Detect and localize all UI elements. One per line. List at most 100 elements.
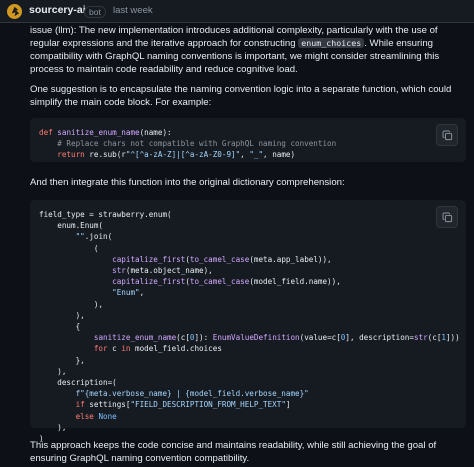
code-token: None [98, 411, 117, 421]
code-token: EnumValueDefinition [212, 333, 300, 343]
copy-button[interactable] [436, 206, 458, 228]
code-line: # Replace chars not compatible with Grap… [39, 139, 336, 148]
code-token: re.sub(r [89, 150, 126, 160]
code-token: str [413, 333, 428, 343]
timestamp[interactable]: last week [113, 5, 153, 16]
conclusion-paragraph: This approach keeps the code concise and… [30, 440, 437, 464]
code-token: to_camel_case [189, 254, 250, 264]
code-line: for c in model_field.choices [39, 344, 222, 353]
copy-icon [442, 130, 452, 140]
code-line: str(meta.object_name), [39, 266, 213, 275]
code-line: return re.sub(r"^[^a-zA-Z]|[^a-zA-Z0-9]"… [39, 150, 295, 159]
code-line: ), [39, 367, 66, 376]
code-token: }, [39, 355, 85, 365]
code-line: capitalize_first(to_camel_case(model_fie… [39, 277, 341, 286]
code-token: capitalize_first [112, 277, 186, 287]
code-token: ), [39, 299, 104, 309]
bot-badge: bot [84, 6, 106, 18]
code-token: ), [39, 366, 67, 376]
code-line: sanitize_enum_name(c[0]): EnumValueDefin… [39, 333, 460, 342]
code-line: description=( [39, 378, 117, 388]
code-token: (c[ [176, 333, 190, 343]
code-line: enum.Enum( [39, 221, 103, 230]
code-content: def sanitize_enum_name(name): # Replace … [30, 118, 466, 161]
code-token: description=( [39, 378, 117, 388]
code-token: field_type = strawberry.enum( [39, 210, 172, 219]
code-token: enum.Enum( [39, 221, 104, 231]
sourcery-logo-icon [11, 6, 20, 17]
code-token: ], description= [345, 333, 414, 343]
suggestion-paragraph: One suggestion is to encapsulate the nam… [30, 84, 452, 108]
code-content: field_type = strawberry.enum( enum.Enum(… [30, 200, 466, 444]
code-token: .join( [84, 232, 113, 242]
code-token: ), [39, 310, 85, 320]
code-token: , [139, 288, 145, 298]
code-block-function: def sanitize_enum_name(name): # Replace … [30, 118, 466, 162]
code-token: , name) [263, 150, 296, 160]
code-token: to_camel_case [189, 277, 250, 287]
code-token: ])) [445, 333, 460, 343]
code-token: # Replace chars not compatible with Grap… [39, 139, 337, 149]
code-token: for [39, 344, 113, 354]
code-token: ( [39, 243, 99, 253]
code-token: c [112, 344, 122, 354]
code-token: return [39, 150, 90, 160]
code-line: f"{meta.verbose_name} | {model_field.ver… [39, 389, 309, 398]
code-token: , [240, 150, 250, 160]
code-token: "" [75, 232, 85, 242]
code-token: in [121, 344, 136, 354]
code-line: ), [39, 311, 85, 320]
code-token: (value=c[ [299, 333, 341, 343]
issue-paragraph: issue (llm): The new implementation intr… [30, 24, 466, 76]
code-token: ] [285, 400, 291, 410]
code-token: "_" [249, 150, 264, 160]
code-token: (name): [139, 128, 172, 137]
code-line: else None [39, 412, 117, 421]
author-name[interactable]: sourcery-ai [29, 4, 86, 16]
copy-button[interactable] [436, 124, 458, 146]
code-line: ), [39, 300, 103, 309]
code-line: ), [39, 423, 66, 432]
code-token: str [112, 266, 126, 276]
code-line: ( [39, 243, 99, 253]
code-line: capitalize_first(to_camel_case(meta.app_… [39, 254, 332, 264]
code-block-usage: field_type = strawberry.enum( enum.Enum(… [30, 200, 466, 443]
code-token: "Enum" [112, 288, 140, 298]
code-line: }, [39, 356, 85, 365]
comment-header: sourcery-ai bot last week [0, 0, 474, 23]
code-line: def sanitize_enum_name(name): [39, 128, 172, 137]
code-token: def [39, 128, 58, 137]
code-token: model_field.choices [135, 344, 222, 354]
code-token: (c[ [427, 333, 442, 343]
avatar[interactable] [7, 4, 22, 19]
code-token: (meta.object_name), [125, 266, 213, 276]
code-token: "^[^a-zA-Z]|[^a-zA-Z0-9]" [125, 150, 241, 160]
code-token: f"{meta.verbose_name} | {model_field.ver… [39, 389, 309, 399]
code-token: sanitize_enum_name [57, 128, 140, 137]
code-token: ]): [194, 333, 213, 343]
code-token: else [39, 411, 99, 421]
code-token: sanitize_enum_name [93, 333, 177, 343]
code-token: { [39, 322, 81, 332]
copy-icon [442, 212, 452, 222]
code-token: ), [39, 422, 67, 432]
code-line: { [39, 322, 81, 332]
code-token: settings[ [89, 400, 131, 410]
code-line: field_type = strawberry.enum( [39, 210, 172, 219]
code-token: capitalize_first [112, 254, 186, 264]
integration-paragraph: And then integrate this function into th… [30, 177, 345, 188]
code-line: if settings["FIELD_DESCRIPTION_FROM_HELP… [39, 400, 291, 410]
inline-code-enum-choices: enum_choices [298, 38, 365, 48]
code-line: "Enum", [39, 288, 144, 297]
code-token: if [39, 400, 90, 410]
code-token: (meta.app_label)), [249, 254, 332, 264]
code-token: "FIELD_DESCRIPTION_FROM_HELP_TEXT" [130, 400, 286, 410]
code-line: "".join( [39, 232, 113, 242]
code-token: (model_field.name)), [249, 277, 341, 287]
